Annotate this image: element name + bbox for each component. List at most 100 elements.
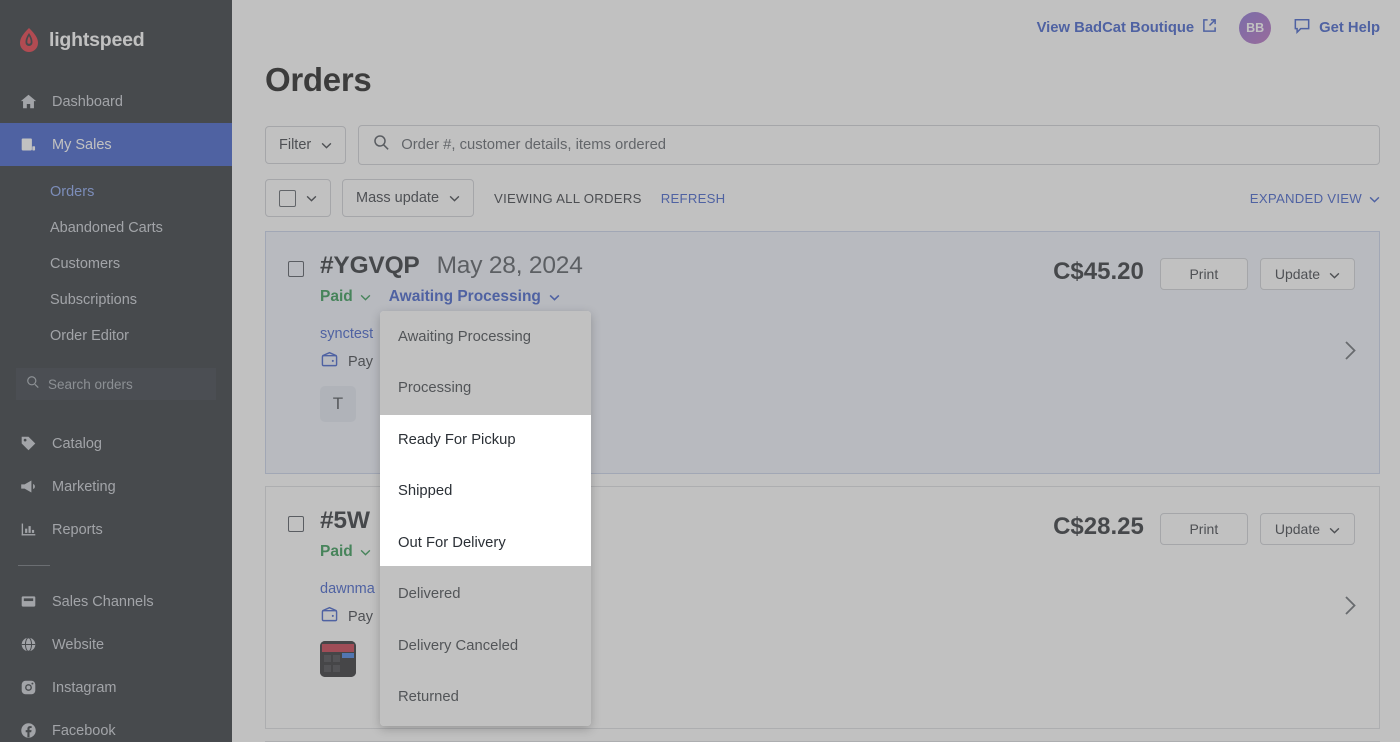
tag-icon bbox=[18, 434, 38, 454]
order-total: C$45.20 bbox=[1053, 258, 1144, 285]
sidebar-item-facebook[interactable]: Facebook bbox=[0, 709, 232, 742]
sidebar-item-subscriptions[interactable]: Subscriptions bbox=[0, 282, 232, 318]
item-thumbnail: T bbox=[320, 386, 356, 422]
menu-item-delivery-canceled[interactable]: Delivery Canceled bbox=[380, 620, 591, 672]
update-button[interactable]: Update bbox=[1259, 513, 1355, 545]
get-help-label: Get Help bbox=[1319, 19, 1380, 36]
mass-update-button[interactable]: Mass update bbox=[342, 179, 475, 217]
chevron-down-icon bbox=[449, 190, 460, 206]
view-store-link[interactable]: View BadCat Boutique bbox=[1037, 18, 1218, 37]
get-help-button[interactable]: Get Help bbox=[1293, 18, 1380, 38]
order-id-line: #YGVQP May 28, 2024 bbox=[320, 252, 1053, 280]
expand-order-chevron-icon[interactable] bbox=[1344, 340, 1357, 366]
update-button[interactable]: Update bbox=[1259, 258, 1355, 290]
expanded-view-toggle[interactable]: EXPANDED VIEW bbox=[1250, 191, 1380, 206]
payment-method-label: Pay bbox=[348, 608, 373, 625]
filter-label: Filter bbox=[279, 137, 312, 153]
chevron-down-icon bbox=[360, 543, 371, 561]
sidebar-item-sales-channels[interactable]: Sales Channels bbox=[0, 580, 232, 623]
sidebar-item-customers[interactable]: Customers bbox=[0, 246, 232, 282]
search-orders-input[interactable] bbox=[48, 376, 206, 392]
chevron-down-icon bbox=[1369, 191, 1380, 206]
order-actions: C$28.25 Print Update bbox=[1053, 507, 1355, 545]
search-icon bbox=[26, 375, 40, 394]
menu-item-out-for-delivery[interactable]: Out For Delivery bbox=[380, 517, 591, 569]
chevron-down-icon bbox=[1329, 266, 1340, 282]
action-row: Mass update VIEWING ALL ORDERS REFRESH E… bbox=[232, 165, 1400, 217]
sidebar-item-dashboard[interactable]: Dashboard bbox=[0, 80, 232, 123]
print-label: Print bbox=[1189, 521, 1219, 537]
fulfillment-status-dropdown[interactable]: Awaiting Processing bbox=[389, 288, 560, 306]
orders-search-box[interactable] bbox=[358, 125, 1380, 165]
print-button[interactable]: Print bbox=[1159, 258, 1248, 290]
sidebar-item-label: Instagram bbox=[52, 679, 117, 696]
flame-logo-icon bbox=[18, 27, 40, 53]
chevron-down-icon bbox=[360, 288, 371, 306]
order-status-line: Paid Awaiting Processing bbox=[320, 288, 1053, 306]
chevron-down-icon bbox=[306, 190, 317, 206]
orders-search-input[interactable] bbox=[401, 137, 1365, 153]
menu-item-shipped[interactable]: Shipped bbox=[380, 466, 591, 518]
sidebar-subitem-label: Order Editor bbox=[50, 328, 129, 344]
bar-chart-icon bbox=[18, 520, 38, 540]
page-title: Orders bbox=[265, 61, 372, 98]
menu-item-ready-for-pickup[interactable]: Ready For Pickup bbox=[380, 414, 591, 466]
sidebar-item-reports[interactable]: Reports bbox=[0, 508, 232, 551]
sidebar-item-label: Facebook bbox=[52, 722, 116, 739]
fulfillment-status-menu[interactable]: Awaiting Processing Processing Ready For… bbox=[380, 311, 591, 726]
search-icon bbox=[373, 134, 390, 156]
sidebar-item-website[interactable]: Website bbox=[0, 623, 232, 666]
sidebar-item-label: Catalog bbox=[52, 435, 102, 452]
sales-receipt-icon bbox=[18, 135, 38, 155]
sidebar-item-orders[interactable]: Orders bbox=[0, 174, 232, 210]
mass-update-label: Mass update bbox=[356, 190, 440, 206]
sidebar: lightspeed Dashboard My Sales Orders Aba… bbox=[0, 0, 232, 742]
item-thumbnail bbox=[320, 641, 356, 677]
storefront-icon bbox=[18, 592, 38, 612]
filter-button[interactable]: Filter bbox=[265, 126, 347, 164]
sidebar-item-marketing[interactable]: Marketing bbox=[0, 465, 232, 508]
payment-status-dropdown[interactable]: Paid bbox=[320, 543, 371, 561]
sidebar-item-label: Sales Channels bbox=[52, 593, 154, 610]
brand[interactable]: lightspeed bbox=[0, 0, 232, 80]
home-icon bbox=[18, 92, 38, 112]
chevron-down-icon bbox=[321, 137, 332, 153]
update-label: Update bbox=[1274, 521, 1320, 537]
print-button[interactable]: Print bbox=[1159, 513, 1248, 545]
payment-status-dropdown[interactable]: Paid bbox=[320, 288, 371, 306]
sidebar-search[interactable] bbox=[16, 368, 216, 400]
menu-item-delivered[interactable]: Delivered bbox=[380, 569, 591, 621]
expand-order-chevron-icon[interactable] bbox=[1344, 595, 1357, 621]
topbar: View BadCat Boutique BB Get Help bbox=[232, 0, 1400, 55]
sidebar-item-abandoned-carts[interactable]: Abandoned Carts bbox=[0, 210, 232, 246]
sidebar-item-my-sales[interactable]: My Sales bbox=[0, 123, 232, 166]
order-id[interactable]: #YGVQP bbox=[320, 252, 420, 280]
menu-item-awaiting-processing[interactable]: Awaiting Processing bbox=[380, 311, 591, 363]
sidebar-item-catalog[interactable]: Catalog bbox=[0, 422, 232, 465]
menu-item-returned[interactable]: Returned bbox=[380, 672, 591, 724]
payment-status-label: Paid bbox=[320, 543, 353, 560]
external-link-icon bbox=[1202, 18, 1217, 37]
sidebar-item-label: Marketing bbox=[52, 478, 116, 495]
order-checkbox[interactable] bbox=[288, 261, 304, 277]
print-label: Print bbox=[1189, 266, 1219, 282]
sidebar-item-order-editor[interactable]: Order Editor bbox=[0, 318, 232, 354]
facebook-icon bbox=[18, 721, 38, 741]
select-all-dropdown[interactable] bbox=[265, 179, 331, 217]
order-checkbox[interactable] bbox=[288, 516, 304, 532]
avatar[interactable]: BB bbox=[1239, 11, 1272, 44]
order-id[interactable]: #5W bbox=[320, 507, 370, 535]
viewing-all-orders-label: VIEWING ALL ORDERS bbox=[494, 190, 642, 206]
order-total: C$28.25 bbox=[1053, 513, 1144, 540]
app-root: lightspeed Dashboard My Sales Orders Aba… bbox=[0, 0, 1400, 742]
chevron-down-icon bbox=[549, 288, 560, 306]
view-store-label: View BadCat Boutique bbox=[1036, 19, 1195, 36]
sidebar-item-instagram[interactable]: Instagram bbox=[0, 666, 232, 709]
globe-icon bbox=[18, 635, 38, 655]
menu-item-processing[interactable]: Processing bbox=[380, 363, 591, 415]
refresh-link[interactable]: REFRESH bbox=[661, 191, 726, 206]
checkbox-icon[interactable] bbox=[279, 189, 296, 207]
sidebar-item-label: Reports bbox=[52, 521, 103, 538]
sidebar-subitem-label: Orders bbox=[50, 184, 95, 200]
